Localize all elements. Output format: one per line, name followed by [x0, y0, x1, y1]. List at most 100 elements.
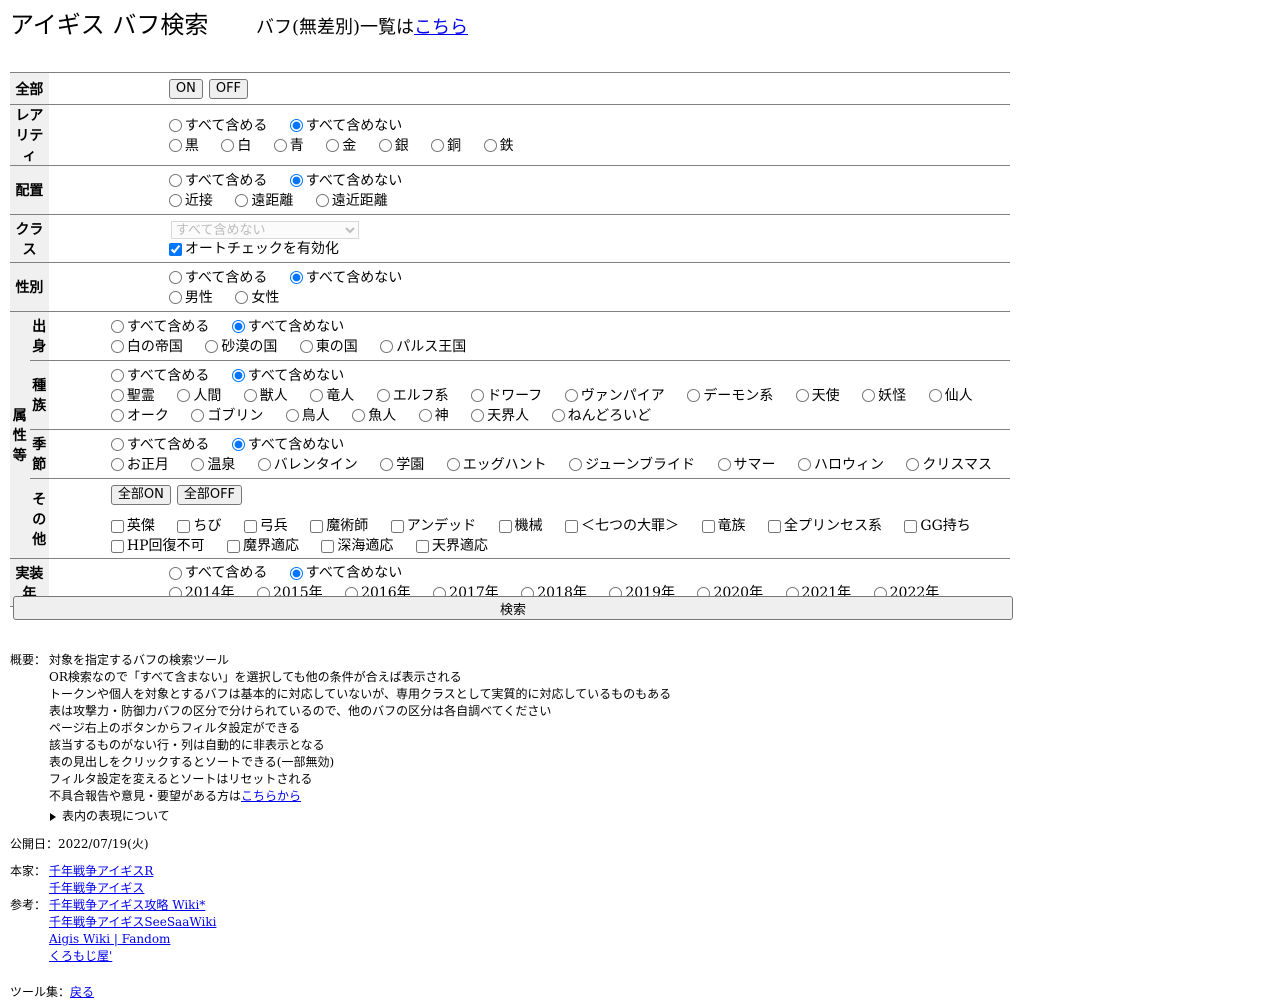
- other-option-checkbox[interactable]: [310, 519, 324, 533]
- search-button[interactable]: 検索: [13, 596, 1013, 620]
- reference-link[interactable]: Aigis Wiki | Fandom: [49, 932, 170, 946]
- race-option-radio[interactable]: [862, 389, 876, 402]
- rarity-option-radio[interactable]: [168, 139, 182, 152]
- all-on-button[interactable]: ON: [168, 79, 203, 99]
- season-option-radio[interactable]: [446, 458, 460, 471]
- other-option-checkbox[interactable]: [110, 519, 124, 533]
- other-all-off-button[interactable]: 全部OFF: [176, 485, 243, 505]
- radio-label: すべて含める: [184, 117, 268, 134]
- back-link[interactable]: 戻る: [70, 985, 94, 999]
- season-option-radio[interactable]: [797, 458, 811, 471]
- placement-option-radio[interactable]: [168, 194, 182, 207]
- origin-option-radio[interactable]: [205, 340, 219, 353]
- race-option-radio[interactable]: [928, 389, 942, 402]
- placement-include-all-radio[interactable]: [168, 174, 182, 187]
- option-label: 女性: [251, 289, 280, 306]
- other-option-checkbox[interactable]: [177, 519, 191, 533]
- radio-label: すべて含める: [126, 318, 210, 335]
- option-label: パルス王国: [396, 338, 467, 355]
- other-option-checkbox[interactable]: [904, 519, 918, 533]
- race-option-radio[interactable]: [191, 409, 205, 422]
- other-option-checkbox[interactable]: [226, 539, 240, 553]
- origin-option-radio[interactable]: [299, 340, 313, 353]
- rarity-option-radio[interactable]: [326, 139, 340, 152]
- placement-exclude-all-radio[interactable]: [289, 174, 303, 187]
- race-exclude-all-radio[interactable]: [231, 369, 245, 382]
- reference-link[interactable]: 千年戦争アイギスSeeSaaWiki: [49, 915, 216, 929]
- season-option-radio[interactable]: [569, 458, 583, 471]
- race-include-all-radio[interactable]: [110, 369, 124, 382]
- origin-exclude-all-radio[interactable]: [231, 320, 245, 333]
- other-option-checkbox[interactable]: [321, 539, 335, 553]
- gender-exclude-all-radio[interactable]: [289, 271, 303, 284]
- origin-include-all-radio[interactable]: [110, 320, 124, 333]
- all-off-button[interactable]: OFF: [208, 79, 249, 99]
- race-option-radio[interactable]: [310, 389, 324, 402]
- season-exclude-all-radio[interactable]: [231, 438, 245, 451]
- gender-option-radio[interactable]: [168, 291, 182, 304]
- rarity-option-radio[interactable]: [221, 139, 235, 152]
- rarity-exclude-all-radio[interactable]: [289, 119, 303, 132]
- placement-option-radio[interactable]: [315, 194, 329, 207]
- race-option-radio[interactable]: [177, 389, 191, 402]
- other-option-checkbox[interactable]: [565, 519, 579, 533]
- details-toggle[interactable]: 表内の表現について: [49, 808, 671, 825]
- reference-link[interactable]: くろもじ屋': [49, 949, 112, 963]
- other-option-checkbox[interactable]: [243, 519, 257, 533]
- race-option-radio[interactable]: [795, 389, 809, 402]
- official-link[interactable]: 千年戦争アイギスR: [49, 864, 153, 878]
- report-link[interactable]: こちらから: [241, 789, 301, 803]
- option-label: 鳥人: [301, 407, 330, 424]
- official-link[interactable]: 千年戦争アイギス: [49, 881, 144, 895]
- gender-option-radio[interactable]: [235, 291, 249, 304]
- rarity-option-radio[interactable]: [378, 139, 392, 152]
- race-option-radio[interactable]: [564, 389, 578, 402]
- other-option-checkbox[interactable]: [701, 519, 715, 533]
- row-label-other: その他: [29, 478, 49, 559]
- autocheck-checkbox[interactable]: [168, 242, 182, 256]
- race-option-radio[interactable]: [352, 409, 366, 422]
- race-option-radio[interactable]: [110, 409, 124, 422]
- other-option-checkbox[interactable]: [390, 519, 404, 533]
- race-option-radio[interactable]: [376, 389, 390, 402]
- placement-option-radio[interactable]: [235, 194, 249, 207]
- radio-label: すべて含める: [126, 367, 210, 384]
- other-option-checkbox[interactable]: [498, 519, 512, 533]
- other-option-checkbox[interactable]: [415, 539, 429, 553]
- race-option-radio[interactable]: [243, 389, 257, 402]
- reference-link[interactable]: 千年戦争アイギス攻略 Wiki*: [49, 898, 205, 912]
- season-option-radio[interactable]: [380, 458, 394, 471]
- season-option-radio[interactable]: [906, 458, 920, 471]
- race-option-radio[interactable]: [110, 389, 124, 402]
- option-label: 白: [237, 137, 252, 154]
- origin-option-radio[interactable]: [380, 340, 394, 353]
- race-option-radio[interactable]: [471, 409, 485, 422]
- option-label: HP回復不可: [126, 538, 205, 554]
- race-option-radio[interactable]: [687, 389, 701, 402]
- option-label: オーク: [126, 407, 169, 424]
- gender-include-all-radio[interactable]: [168, 271, 182, 284]
- race-option-radio[interactable]: [551, 409, 565, 422]
- season-include-all-radio[interactable]: [110, 438, 124, 451]
- season-option-radio[interactable]: [110, 458, 124, 471]
- rarity-option-radio[interactable]: [483, 139, 497, 152]
- other-option-checkbox[interactable]: [767, 519, 781, 533]
- season-option-radio[interactable]: [191, 458, 205, 471]
- option-label: 機械: [514, 518, 543, 534]
- season-option-radio[interactable]: [257, 458, 271, 471]
- origin-option-radio[interactable]: [110, 340, 124, 353]
- race-option-radio[interactable]: [471, 389, 485, 402]
- year-exclude-all-radio[interactable]: [289, 566, 303, 580]
- option-label: 青: [289, 137, 304, 154]
- race-option-radio[interactable]: [285, 409, 299, 422]
- rarity-include-all-radio[interactable]: [168, 119, 182, 132]
- other-option-checkbox[interactable]: [110, 539, 124, 553]
- year-include-all-radio[interactable]: [168, 566, 182, 580]
- class-select[interactable]: すべて含めない: [170, 221, 359, 239]
- season-option-radio[interactable]: [717, 458, 731, 471]
- race-option-radio[interactable]: [418, 409, 432, 422]
- rarity-option-radio[interactable]: [273, 139, 287, 152]
- other-all-on-button[interactable]: 全部ON: [110, 485, 171, 505]
- rarity-option-radio[interactable]: [431, 139, 445, 152]
- buff-list-link[interactable]: こちら: [414, 17, 468, 38]
